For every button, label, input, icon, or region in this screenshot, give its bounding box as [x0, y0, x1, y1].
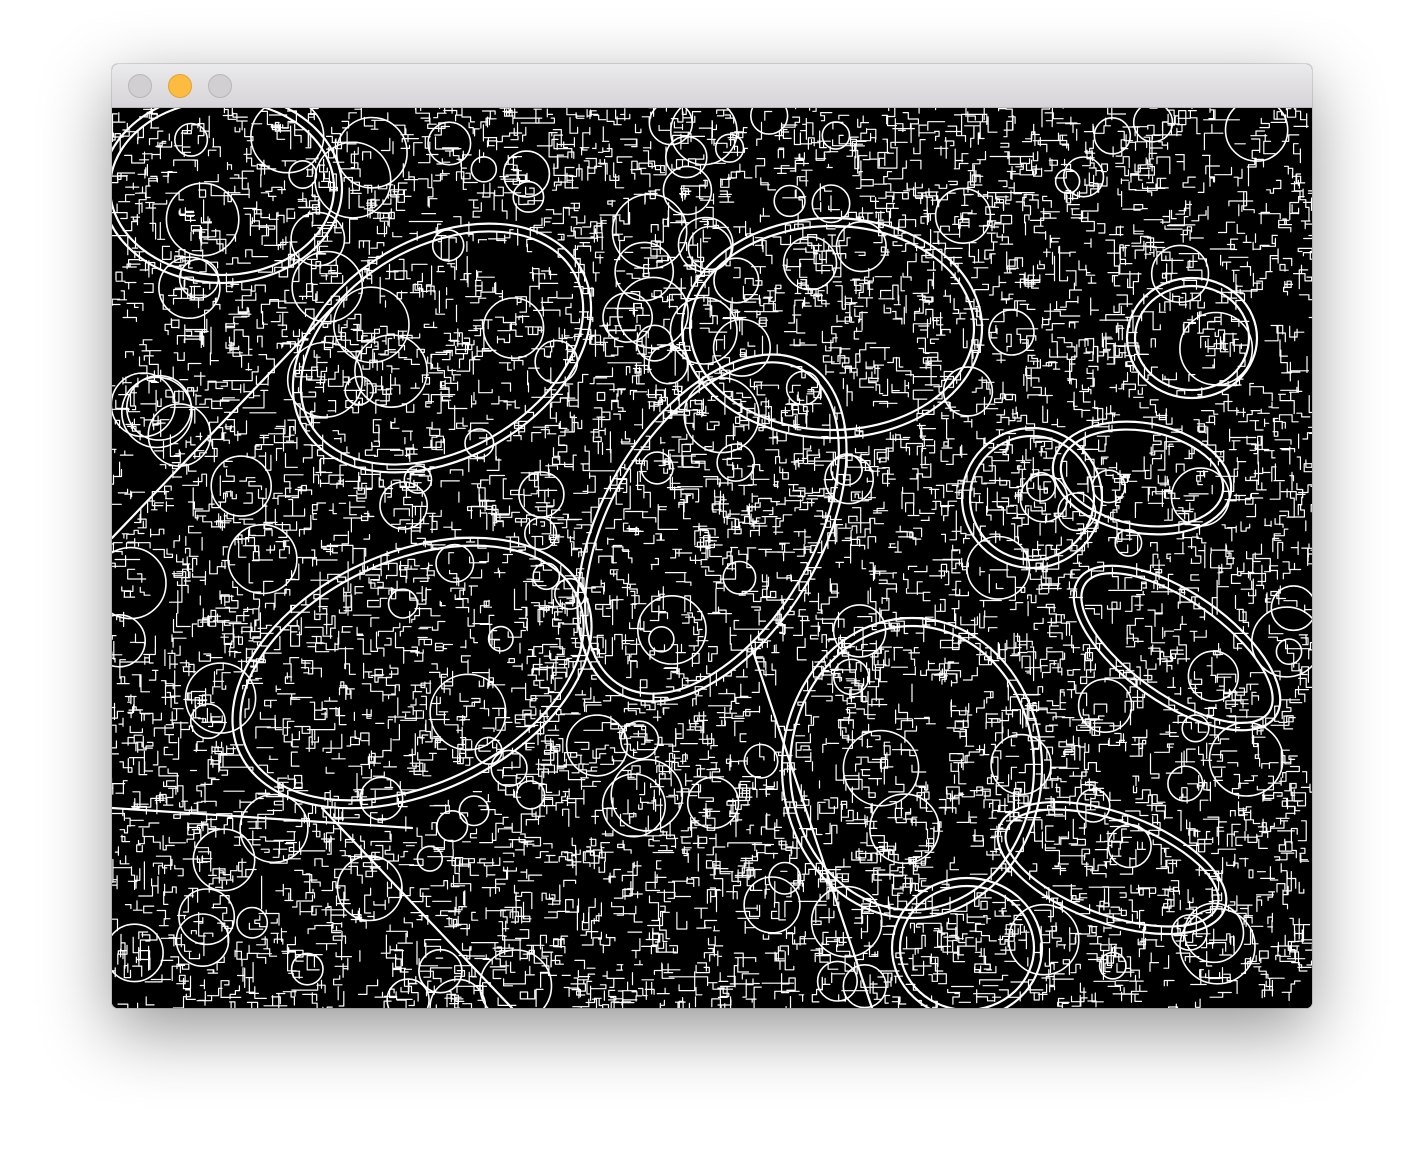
edge-image [112, 108, 1312, 1008]
zoom-icon[interactable] [208, 74, 232, 98]
close-icon[interactable] [128, 74, 152, 98]
window-titlebar[interactable] [112, 64, 1312, 108]
minimize-icon[interactable] [168, 74, 192, 98]
app-window [112, 64, 1312, 1008]
